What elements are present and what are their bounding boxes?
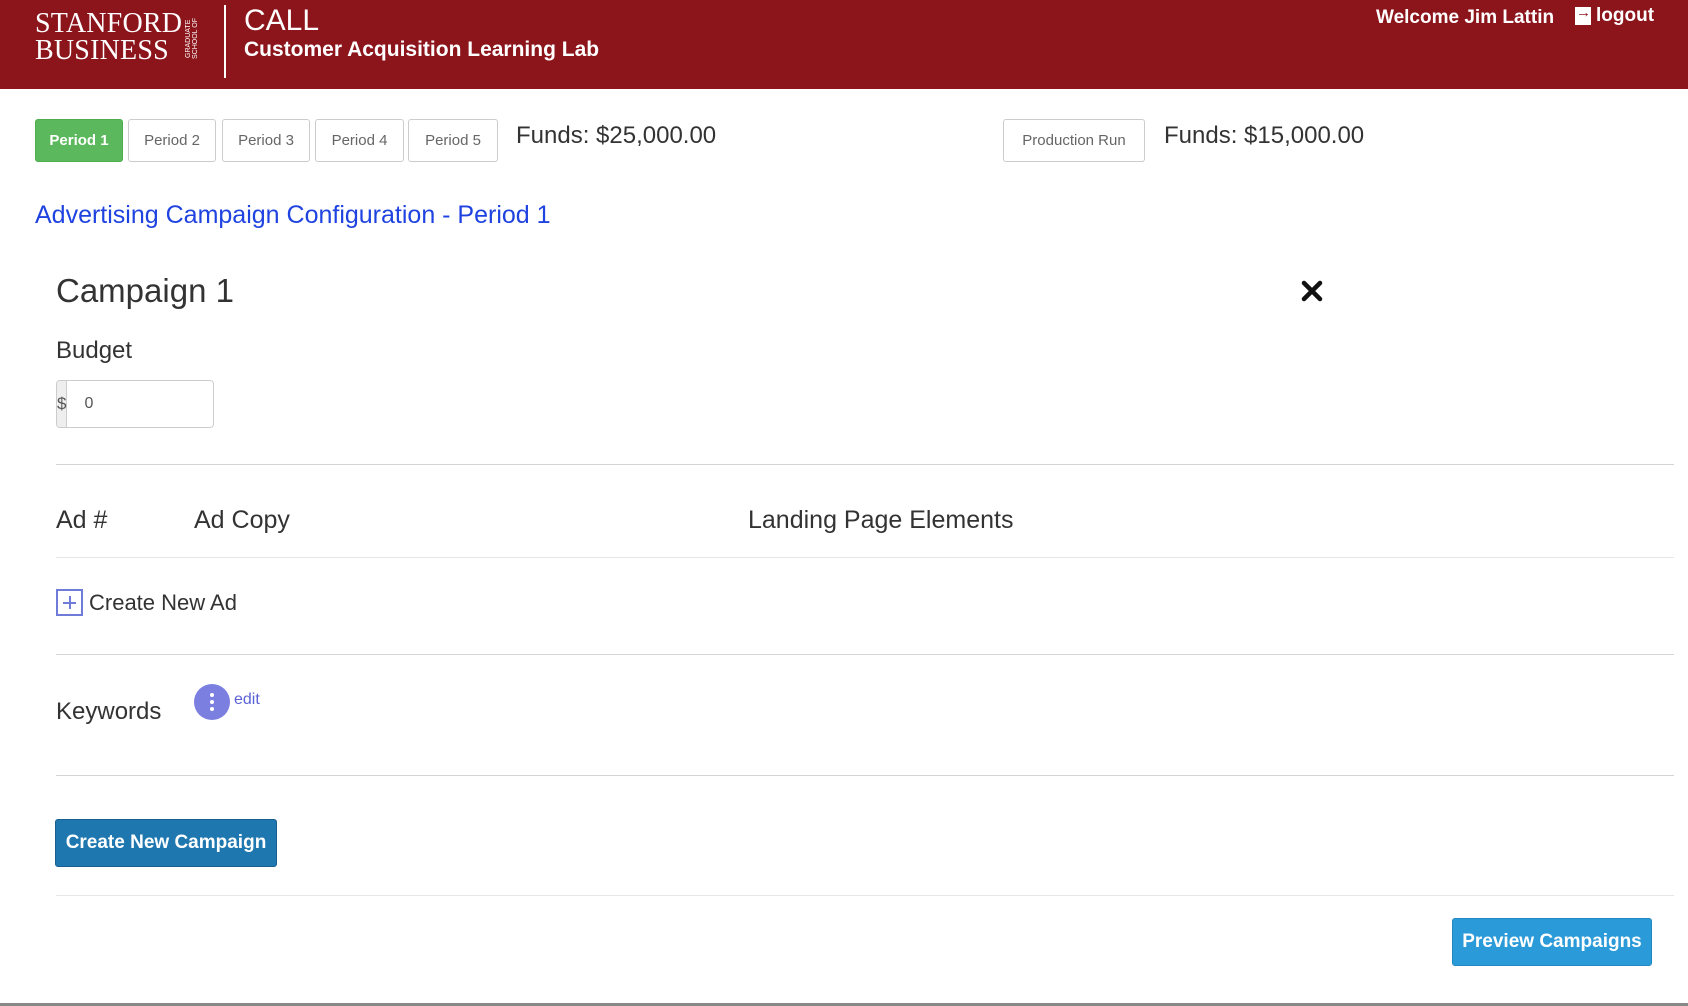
tab-period-1[interactable]: Period 1 bbox=[35, 119, 123, 162]
logout-link[interactable]: logout bbox=[1575, 4, 1655, 27]
logo-subtext: GRADUATE SCHOOL OF bbox=[185, 18, 199, 60]
section-divider bbox=[56, 654, 1674, 655]
create-new-ad-button[interactable]: Create New Ad bbox=[56, 589, 237, 616]
more-vertical-icon[interactable] bbox=[194, 684, 230, 720]
tab-period-2[interactable]: Period 2 bbox=[128, 119, 216, 162]
table-header-divider bbox=[56, 557, 1674, 558]
header-divider bbox=[224, 5, 226, 78]
app-header: STANFORD BUSINESS GRADUATE SCHOOL OF CAL… bbox=[0, 0, 1688, 89]
tab-period-5[interactable]: Period 5 bbox=[408, 119, 498, 162]
section-divider bbox=[56, 464, 1674, 465]
section-divider bbox=[56, 775, 1674, 776]
logo-line-2: BUSINESS bbox=[35, 35, 169, 66]
welcome-message: Welcome Jim Lattin bbox=[1376, 7, 1555, 28]
app-subtitle: Customer Acquisition Learning Lab bbox=[244, 38, 600, 61]
tab-period-3[interactable]: Period 3 bbox=[222, 119, 310, 162]
logout-icon bbox=[1575, 4, 1591, 25]
budget-input[interactable] bbox=[67, 381, 213, 427]
column-header-landing-page: Landing Page Elements bbox=[748, 506, 1014, 534]
app-title: CALL bbox=[244, 4, 320, 37]
column-header-ad-copy: Ad Copy bbox=[194, 506, 290, 534]
production-funds: Funds: $15,000.00 bbox=[1164, 122, 1365, 149]
budget-input-group: $ bbox=[56, 380, 214, 428]
logout-label: logout bbox=[1596, 5, 1655, 26]
preview-campaigns-button[interactable]: Preview Campaigns bbox=[1452, 918, 1652, 966]
section-divider bbox=[56, 895, 1674, 896]
keywords-edit-link[interactable]: edit bbox=[234, 691, 260, 709]
config-title[interactable]: Advertising Campaign Configuration - Per… bbox=[35, 201, 551, 230]
create-new-campaign-button[interactable]: Create New Campaign bbox=[55, 819, 277, 867]
logo-line-1: STANFORD bbox=[35, 8, 183, 39]
period-funds: Funds: $25,000.00 bbox=[516, 122, 717, 149]
stanford-business-logo[interactable]: STANFORD BUSINESS GRADUATE SCHOOL OF bbox=[35, 8, 199, 66]
production-run-button[interactable]: Production Run bbox=[1003, 119, 1145, 162]
create-new-ad-label: Create New Ad bbox=[89, 589, 237, 615]
keywords-label: Keywords bbox=[56, 698, 162, 725]
column-header-ad-number: Ad # bbox=[56, 506, 108, 534]
campaign-title: Campaign 1 bbox=[56, 272, 234, 309]
close-icon[interactable] bbox=[1300, 279, 1324, 303]
plus-square-icon bbox=[56, 589, 83, 616]
budget-label: Budget bbox=[56, 337, 133, 364]
tab-period-4[interactable]: Period 4 bbox=[315, 119, 404, 162]
currency-addon: $ bbox=[57, 381, 68, 427]
